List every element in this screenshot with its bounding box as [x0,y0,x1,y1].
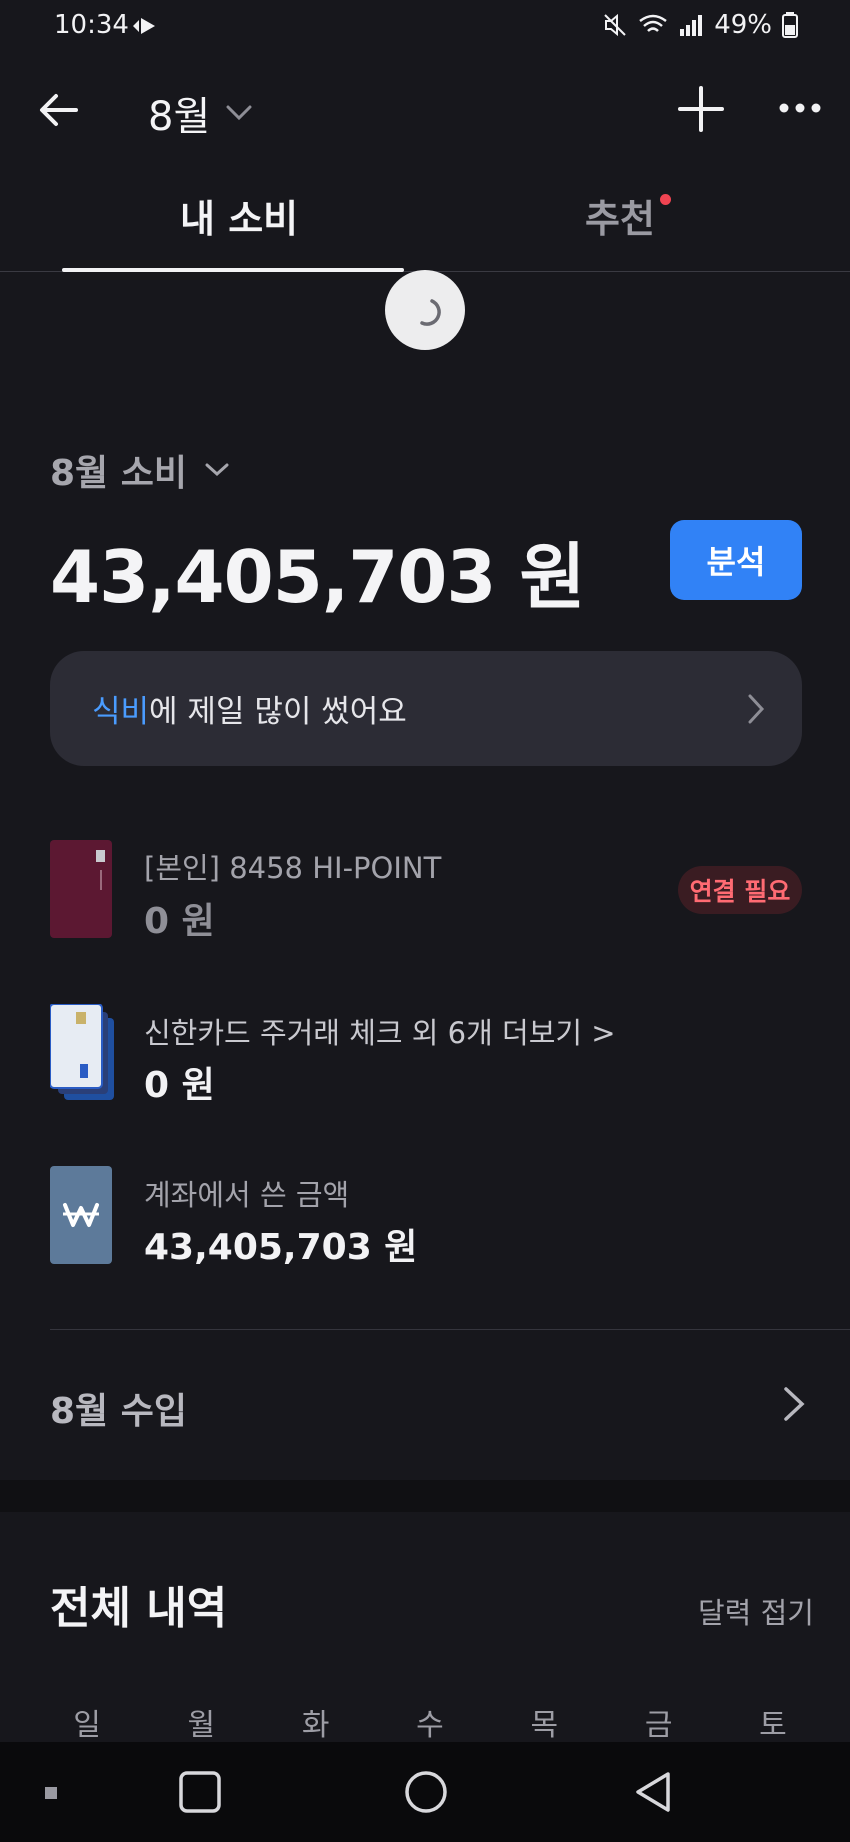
back-arrow-icon[interactable] [36,88,84,132]
mute-icon [604,13,626,37]
divider [50,1329,850,1330]
chevron-down-icon [205,463,229,477]
insight-banner[interactable]: 식비에 제일 많이 썼어요 [50,651,802,766]
analyze-button[interactable]: 분석 [670,520,802,600]
weekday: 목 [530,1708,559,1743]
account-spend-amount: 43,405,703 원 [144,1227,418,1268]
plus-icon[interactable] [678,86,724,132]
weekday: 토 [759,1708,787,1743]
battery-icon [782,12,798,38]
notification-icon [133,18,155,34]
signal-icon [680,15,703,36]
weekday: 금 [644,1708,673,1743]
account-thumbnail [50,1166,112,1264]
fold-calendar-button[interactable]: 달력 접기 [698,1590,814,1632]
tab-recommend[interactable]: 추천 [585,188,655,243]
spinner-icon [420,299,441,326]
tab-my-spending[interactable]: 내 소비 [180,188,298,243]
new-dot [660,194,671,205]
status-right: 49% [602,10,798,40]
wifi-icon [639,14,667,32]
spending-period-selector[interactable]: 8월 소비 [50,444,229,496]
system-nav-bar [0,1742,850,1842]
cards-amount: 0 원 [144,1065,215,1106]
status-time: 10:34 [54,10,129,40]
weekday-header: 일 월 화 수 목 금 토 [30,1700,830,1744]
status-bar: 10:34 49% [0,0,850,52]
insight-message: 에 제일 많이 썼어요 [149,694,407,730]
more-icon[interactable] [778,98,822,118]
weekday: 월 [187,1708,216,1743]
month-selector[interactable]: 8월 [148,84,252,142]
battery-percent: 49% [714,10,772,40]
insight-text: 식비에 제일 많이 썼어요 [92,686,407,731]
section-gap [0,1480,850,1512]
back-nav-icon[interactable] [632,1770,674,1814]
weekday: 수 [416,1708,444,1743]
more-cards-link[interactable]: 신한카드 주거래 체크 외 6개 더보기 > [144,1010,616,1052]
won-icon [63,1203,99,1227]
recent-apps-icon[interactable] [178,1770,222,1814]
account-amount: 0 원 [144,901,215,942]
home-icon[interactable] [404,1770,448,1814]
card-thumbnail [50,840,112,938]
spending-total: 43,405,703 원 [50,535,586,619]
spending-label: 8월 소비 [50,453,187,494]
chevron-right-icon[interactable] [780,1384,808,1424]
insight-highlight: 식비 [92,694,150,730]
weekday: 화 [301,1708,330,1743]
cards-stack-thumbnail [50,1004,114,1100]
account-title: [본인] 8458 HI-POINT [144,851,442,885]
loading-spinner [385,270,465,350]
weekday: 일 [73,1708,101,1743]
income-label[interactable]: 8월 수입 [50,1382,187,1434]
account-spend-label: 계좌에서 쓴 금액 [144,1178,350,1212]
chevron-down-icon [226,105,252,121]
month-label: 8월 [148,94,211,140]
connect-required-badge[interactable]: 연결 필요 [678,866,802,914]
keyboard-dot-icon [45,1787,57,1799]
chevron-right-icon [748,694,765,723]
tab-active-indicator [62,268,404,272]
history-title: 전체 내역 [50,1583,228,1634]
